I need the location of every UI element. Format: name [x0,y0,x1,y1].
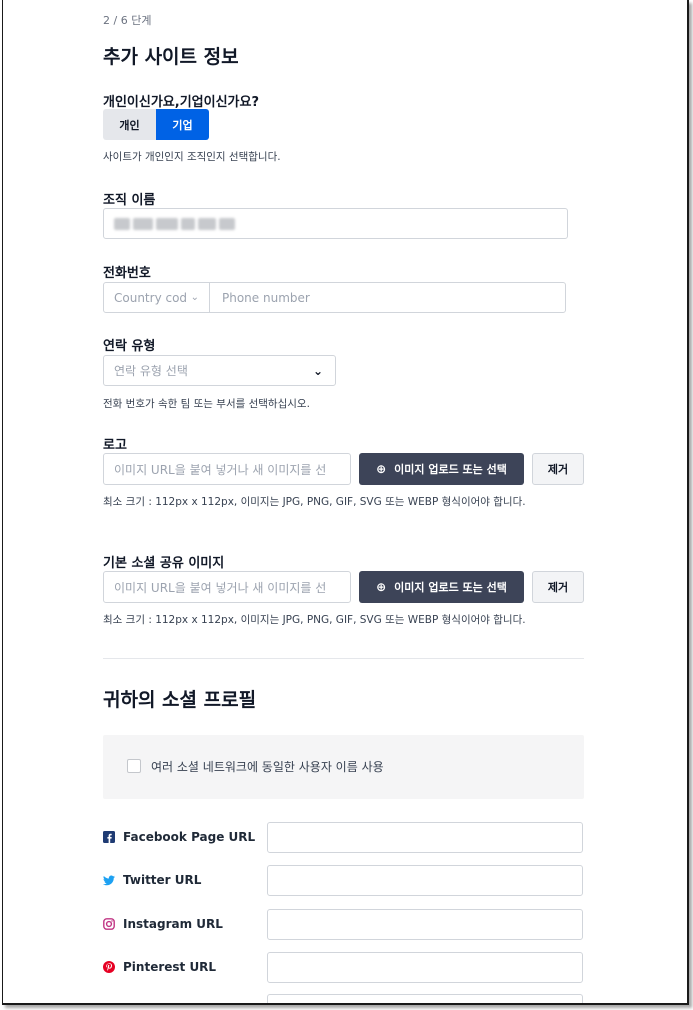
phone-number-input[interactable]: Phone number [222,291,310,305]
social-profile-title: 귀하의 소셜 프로필 [103,689,257,711]
twitter-url-input[interactable] [267,864,583,896]
pinterest-url-input[interactable] [267,951,583,983]
contact-type-select[interactable]: 연락 유형 선택 ⌄ [103,355,336,386]
logo-url-input[interactable]: 이미지 URL을 붙여 넣거나 새 이미지를 선 [103,453,351,485]
option-individual[interactable]: 개인 [103,109,156,140]
redacted-org-name [114,217,235,230]
instagram-url-input[interactable] [267,908,583,940]
same-username-label: 여러 소셜 네트워크에 동일한 사용자 이름 사용 [151,760,384,774]
contact-type-help: 전화 번호가 속한 팀 또는 부서를 선택하십시오. [103,398,310,410]
instagram-icon [103,918,115,930]
section-divider [103,658,584,659]
social-image-help: 최소 크기 : 112px x 112px, 이미지는 JPG, PNG, GI… [103,614,526,626]
logo-label: 로고 [103,438,127,453]
page-frame: 2 / 6 단계 추가 사이트 정보 개인이신가요,기업이신가요? 개인 기업 … [2,0,689,1005]
chevron-down-icon: ⌄ [190,292,199,303]
twitter-icon [103,874,115,886]
pinterest-icon [103,961,115,973]
social-image-upload-button[interactable]: ⊕ 이미지 업로드 또는 선택 [359,571,524,603]
pinterest-row: Pinterest URL [103,951,584,983]
site-type-help: 사이트가 개인인지 조직인지 선택합니다. [103,151,281,163]
same-username-panel: 여러 소셜 네트워크에 동일한 사용자 이름 사용 [103,735,584,799]
country-code-placeholder: Country cod [114,290,188,305]
contact-type-placeholder: 연락 유형 선택 [114,364,188,378]
logo-help: 최소 크기 : 112px x 112px, 이미지는 JPG, PNG, GI… [103,496,526,508]
phone-label: 전화번호 [103,266,151,281]
logo-upload-button[interactable]: ⊕ 이미지 업로드 또는 선택 [359,453,524,485]
org-name-input[interactable] [103,208,568,239]
org-name-label: 조직 이름 [103,193,156,208]
instagram-label: Instagram URL [123,917,223,931]
social-image-url-input[interactable]: 이미지 URL을 붙여 넣거나 새 이미지를 선 [103,571,351,603]
pinterest-label: Pinterest URL [123,960,217,974]
step-indicator: 2 / 6 단계 [103,14,152,27]
facebook-row: Facebook Page URL [103,821,584,853]
logo-upload-label: 이미지 업로드 또는 선택 [394,463,507,476]
facebook-label: Facebook Page URL [123,830,256,844]
page-title: 추가 사이트 정보 [103,46,239,68]
instagram-row: Instagram URL [103,908,584,940]
plus-circle-icon: ⊕ [376,462,387,476]
twitter-label: Twitter URL [123,873,202,887]
chevron-down-icon: ⌄ [312,363,323,378]
contact-type-label: 연락 유형 [103,339,156,354]
social-image-remove-button[interactable]: 제거 [532,571,584,603]
site-type-toggle: 개인 기업 [103,109,209,140]
twitter-row: Twitter URL [103,864,584,896]
site-type-label: 개인이신가요,기업이신가요? [103,95,259,110]
social-image-label: 기본 소셜 공유 이미지 [103,556,225,571]
phone-input-group: Country cod ⌄ Phone number [103,282,566,313]
country-code-select[interactable]: Country cod ⌄ [114,283,210,312]
social-image-upload-label: 이미지 업로드 또는 선택 [394,581,507,594]
same-username-checkbox[interactable] [127,759,141,773]
option-business[interactable]: 기업 [156,109,209,140]
facebook-icon [103,831,115,843]
logo-remove-button[interactable]: 제거 [532,453,584,485]
next-social-url-input[interactable] [267,994,583,1003]
facebook-url-input[interactable] [267,821,583,853]
plus-circle-icon: ⊕ [376,580,387,594]
